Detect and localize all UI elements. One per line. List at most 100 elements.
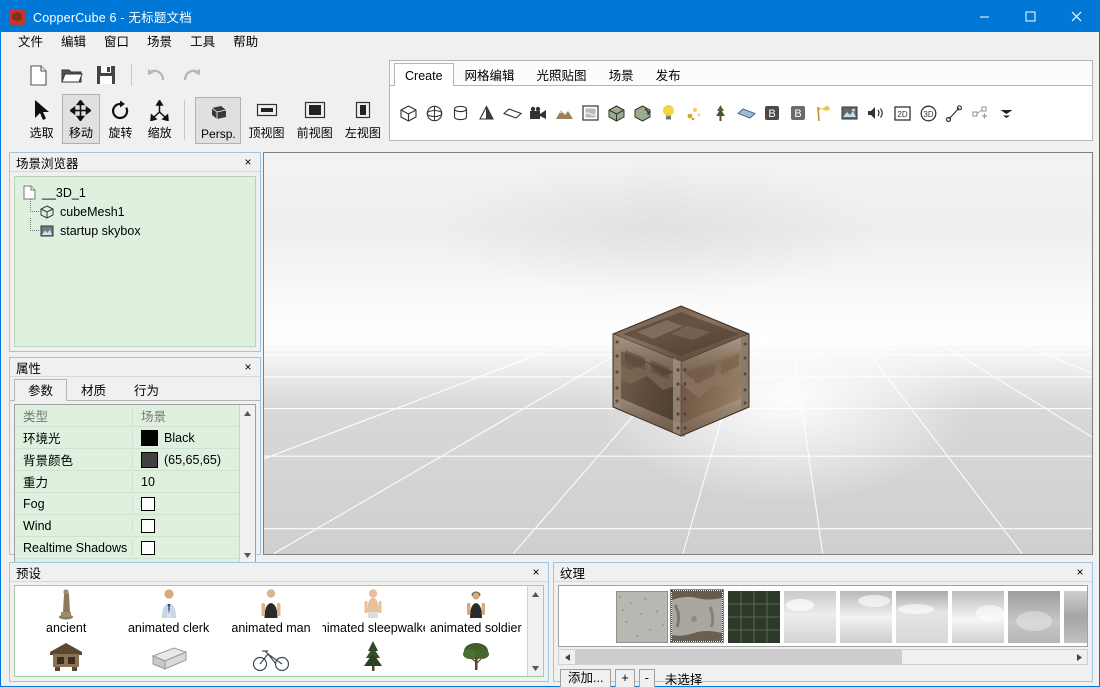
presets-close-icon[interactable]: × [528, 564, 544, 580]
add-2d-overlay-icon[interactable]: 2D [890, 100, 914, 126]
property-row-background-color[interactable]: 背景颜色 (65,65,65) [15, 449, 239, 471]
textures-thumbnail-strip[interactable] [558, 585, 1088, 647]
textures-scroll-right-icon[interactable] [1071, 650, 1087, 664]
add-sound-icon[interactable] [864, 100, 888, 126]
texture-sky-3[interactable] [895, 590, 947, 642]
property-row-gravity[interactable]: 重力 10 [15, 471, 239, 493]
textures-scroll-left-icon[interactable] [559, 650, 575, 664]
minimize-button[interactable] [961, 1, 1007, 32]
select-tool[interactable]: 选取 [23, 94, 60, 144]
menu-scene[interactable]: 场景 [138, 32, 181, 52]
add-sphere-icon[interactable] [422, 100, 446, 126]
property-row-fog[interactable]: Fog [15, 493, 239, 515]
menu-tools[interactable]: 工具 [181, 32, 224, 52]
add-light-icon[interactable] [656, 100, 680, 126]
scene-node-cubemesh1[interactable]: cubeMesh1 [21, 202, 255, 221]
scene-node-skybox[interactable]: startup skybox [21, 221, 255, 240]
preset-house[interactable] [15, 638, 117, 676]
add-image-icon[interactable] [838, 100, 862, 126]
tab-scene[interactable]: 场景 [598, 63, 645, 85]
tab-publish[interactable]: 发布 [645, 63, 692, 85]
texture-plus-button[interactable]: + [615, 669, 634, 687]
property-value-realtime-shadows[interactable] [133, 541, 239, 555]
menu-file[interactable]: 文件 [9, 32, 52, 52]
scene-browser-close-icon[interactable]: × [240, 154, 256, 170]
menu-help[interactable]: 帮助 [224, 32, 267, 52]
more-dropdown-icon[interactable] [994, 100, 1018, 126]
property-value-ambient-light[interactable]: Black [133, 430, 239, 446]
texture-minus-button[interactable]: - [639, 669, 655, 687]
tab-lightmap[interactable]: 光照贴图 [526, 63, 598, 85]
redo-button[interactable] [176, 60, 206, 90]
perspective-view-button[interactable]: Persp. [195, 97, 241, 144]
presets-scroll-down-icon[interactable] [528, 660, 543, 676]
add-water-icon[interactable] [578, 100, 602, 126]
preset-pine-tree[interactable] [322, 638, 424, 676]
tab-mesh-edit[interactable]: 网格编辑 [454, 63, 526, 85]
top-view-button[interactable]: 顶视图 [243, 94, 289, 144]
add-text-3d-icon[interactable]: B [760, 100, 784, 126]
preset-animated-sleepwalker[interactable]: animated sleepwalker [322, 586, 424, 638]
add-billboard-icon[interactable] [734, 100, 758, 126]
texture-sky-5[interactable] [1007, 590, 1059, 642]
add-tree-icon[interactable] [708, 100, 732, 126]
presets-scroll-up-icon[interactable] [528, 586, 543, 602]
texture-sky-4[interactable] [951, 590, 1003, 642]
new-document-button[interactable] [23, 60, 53, 90]
preset-animated-soldier[interactable]: animated soldier [425, 586, 527, 638]
add-skybox-icon[interactable] [604, 100, 628, 126]
add-joint-icon[interactable] [968, 100, 992, 126]
scroll-up-icon[interactable] [240, 405, 255, 421]
crate-mesh[interactable] [607, 300, 755, 440]
property-row-ambient-light[interactable]: 环境光 Black [15, 427, 239, 449]
undo-button[interactable] [142, 60, 172, 90]
property-row-realtime-shadows[interactable]: Realtime Shadows [15, 537, 239, 559]
property-value-background-color[interactable]: (65,65,65) [133, 452, 239, 468]
menu-edit[interactable]: 编辑 [52, 32, 95, 52]
tab-material[interactable]: 材质 [67, 379, 120, 400]
rotate-tool[interactable]: 旋转 [102, 94, 139, 144]
tab-parameters[interactable]: 参数 [14, 379, 67, 401]
scroll-down-icon[interactable] [240, 547, 255, 563]
add-skydome-icon[interactable] [630, 100, 654, 126]
color-swatch-background[interactable] [141, 452, 158, 468]
properties-close-icon[interactable]: × [240, 359, 256, 375]
preset-bicycle[interactable] [220, 638, 322, 676]
add-texture-button[interactable]: 添加... [560, 669, 611, 687]
property-value-gravity[interactable]: 10 [133, 475, 239, 489]
add-3d-overlay-icon[interactable]: 3D [916, 100, 940, 126]
texture-sky-1[interactable] [783, 590, 835, 642]
properties-vertical-scrollbar[interactable] [239, 405, 255, 563]
3d-viewport[interactable] [263, 152, 1093, 555]
realtime-shadows-checkbox[interactable] [141, 541, 155, 555]
tab-create[interactable]: Create [394, 63, 454, 86]
preset-animated-man[interactable]: animated man [220, 586, 322, 638]
texture-sky-2[interactable] [839, 590, 891, 642]
add-cylinder-icon[interactable] [448, 100, 472, 126]
front-view-button[interactable]: 前视图 [292, 94, 338, 144]
preset-ancient[interactable]: ancient [15, 586, 117, 638]
add-terrain-icon[interactable] [552, 100, 576, 126]
close-button[interactable] [1053, 1, 1099, 32]
preset-tree[interactable] [425, 638, 527, 676]
textures-scroll-track[interactable] [575, 650, 1071, 664]
maximize-button[interactable] [1007, 1, 1053, 32]
add-text-2d-icon[interactable]: B [786, 100, 810, 126]
wind-checkbox[interactable] [141, 519, 155, 533]
tab-behavior[interactable]: 行为 [120, 379, 173, 400]
add-cone-icon[interactable] [474, 100, 498, 126]
scene-node-root[interactable]: __3D_1 [21, 183, 255, 202]
texture-sky-6[interactable] [1063, 590, 1088, 642]
move-tool[interactable]: 移动 [62, 94, 99, 144]
property-value-fog[interactable] [133, 497, 239, 511]
add-plane-icon[interactable] [500, 100, 524, 126]
property-row-wind[interactable]: Wind [15, 515, 239, 537]
textures-horizontal-scrollbar[interactable] [558, 649, 1088, 665]
preset-bed[interactable] [117, 638, 219, 676]
scale-tool[interactable]: 缩放 [141, 94, 178, 144]
texture-concrete-light[interactable] [615, 590, 667, 642]
preset-animated-clerk[interactable]: animated clerk [117, 586, 219, 638]
property-value-wind[interactable] [133, 519, 239, 533]
open-document-button[interactable] [57, 60, 87, 90]
save-document-button[interactable] [91, 60, 121, 90]
